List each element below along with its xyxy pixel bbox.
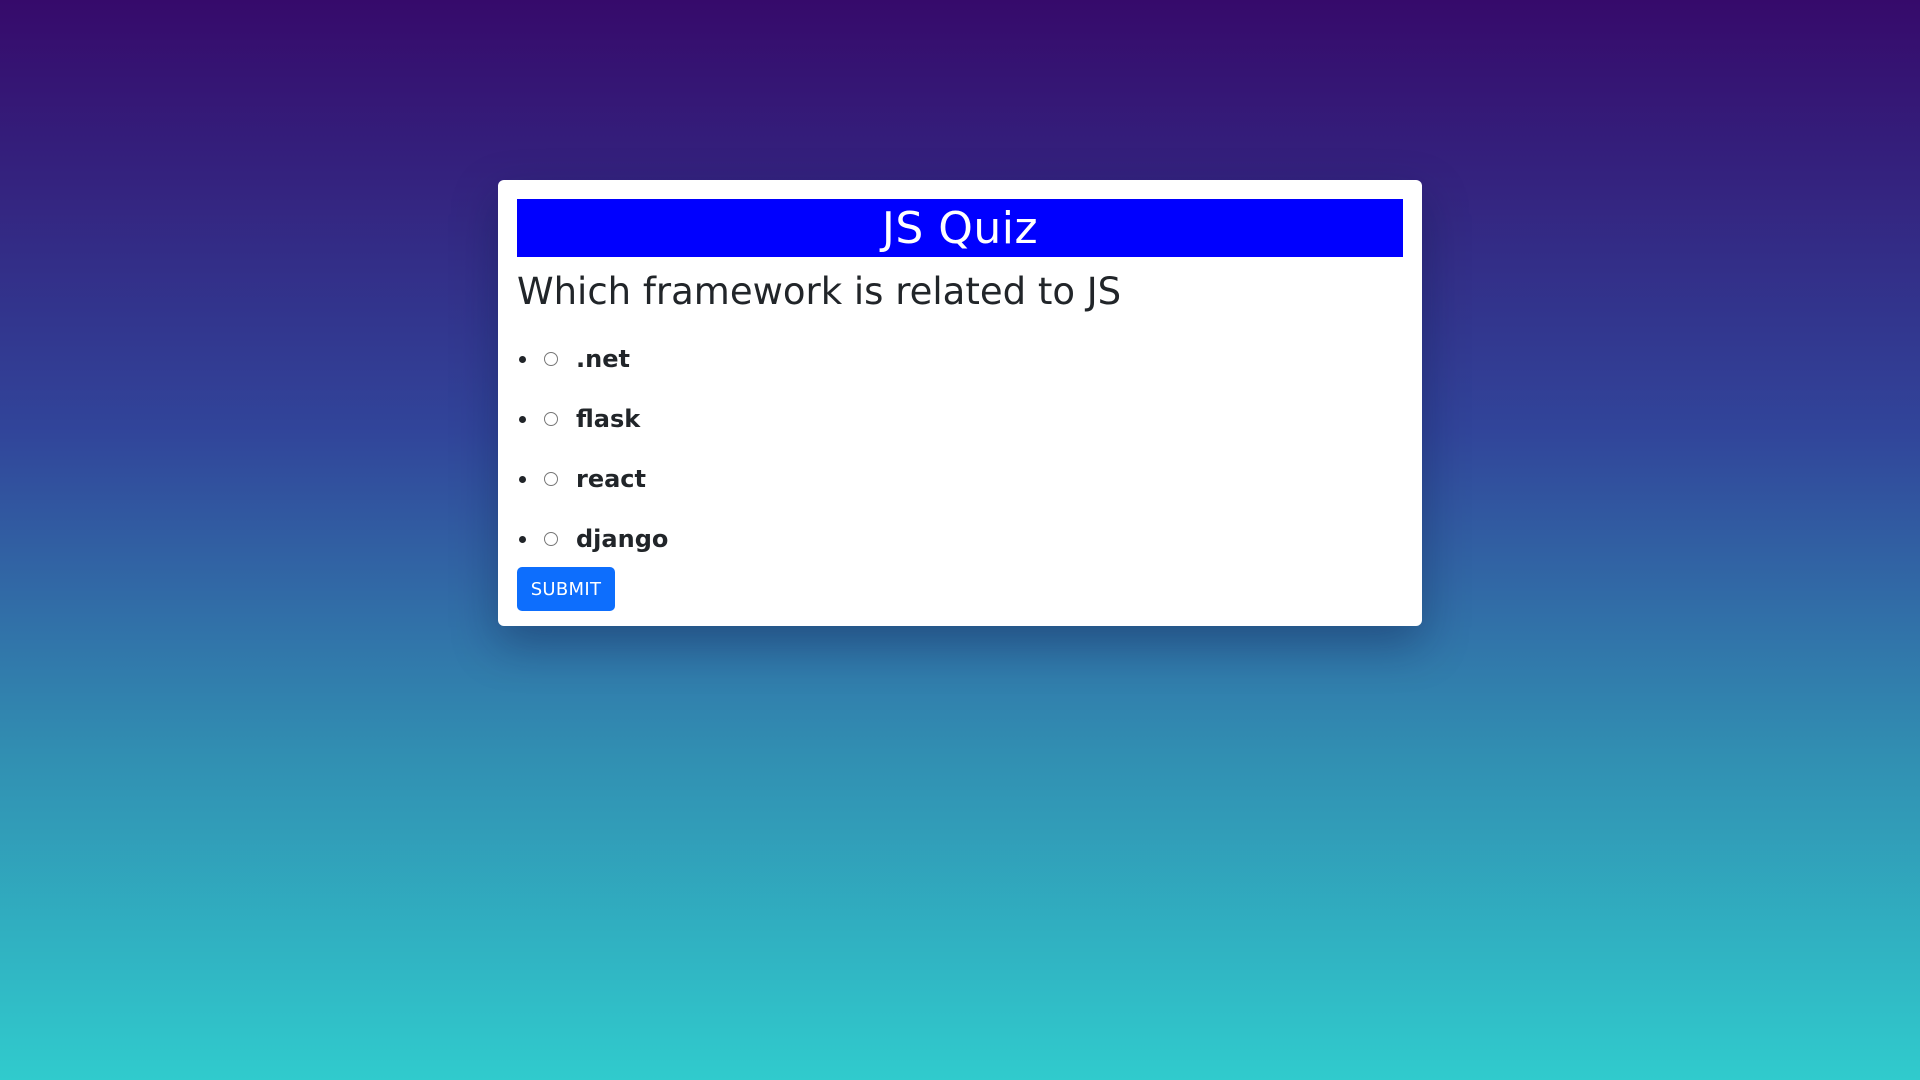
option-item[interactable]: flask [517, 389, 1403, 449]
quiz-card: JS Quiz Which framework is related to JS… [498, 180, 1422, 626]
bullet-icon [519, 475, 526, 483]
submit-button[interactable]: SUBMIT [517, 567, 615, 611]
quiz-title: JS Quiz [517, 199, 1403, 257]
option-item[interactable]: django [517, 509, 1403, 569]
option-item[interactable]: react [517, 449, 1403, 509]
option-label: react [576, 465, 647, 493]
option-label: .net [576, 345, 630, 373]
option-radio[interactable] [544, 472, 558, 486]
bullet-icon [519, 355, 526, 363]
option-label: django [576, 525, 669, 553]
option-radio[interactable] [544, 532, 558, 546]
option-item[interactable]: .net [517, 329, 1403, 389]
option-radio[interactable] [544, 412, 558, 426]
bullet-icon [519, 415, 526, 423]
bullet-icon [519, 535, 526, 543]
question-text: Which framework is related to JS [517, 270, 1122, 313]
option-radio[interactable] [544, 352, 558, 366]
option-label: flask [576, 405, 641, 433]
options-list: .net flask react django [517, 329, 1403, 569]
